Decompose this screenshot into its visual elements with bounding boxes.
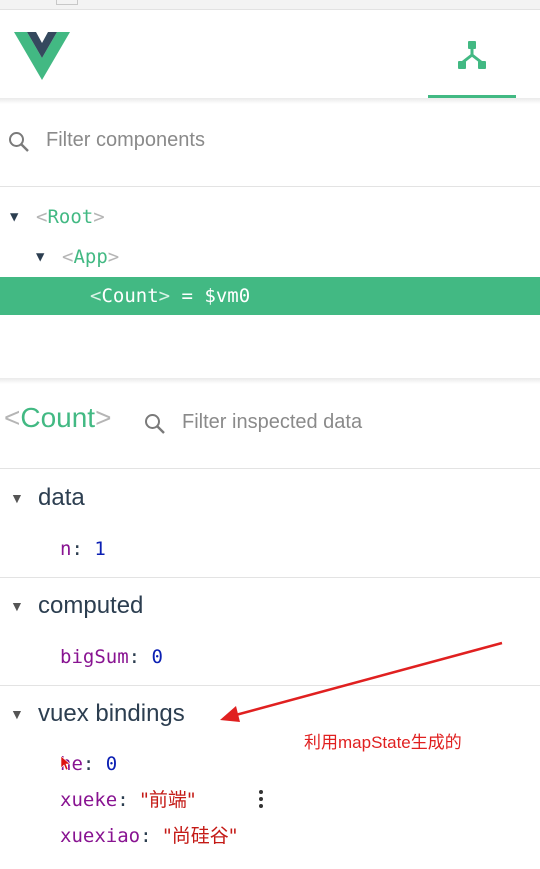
annotation-label: 利用mapState生成的 (304, 733, 462, 752)
